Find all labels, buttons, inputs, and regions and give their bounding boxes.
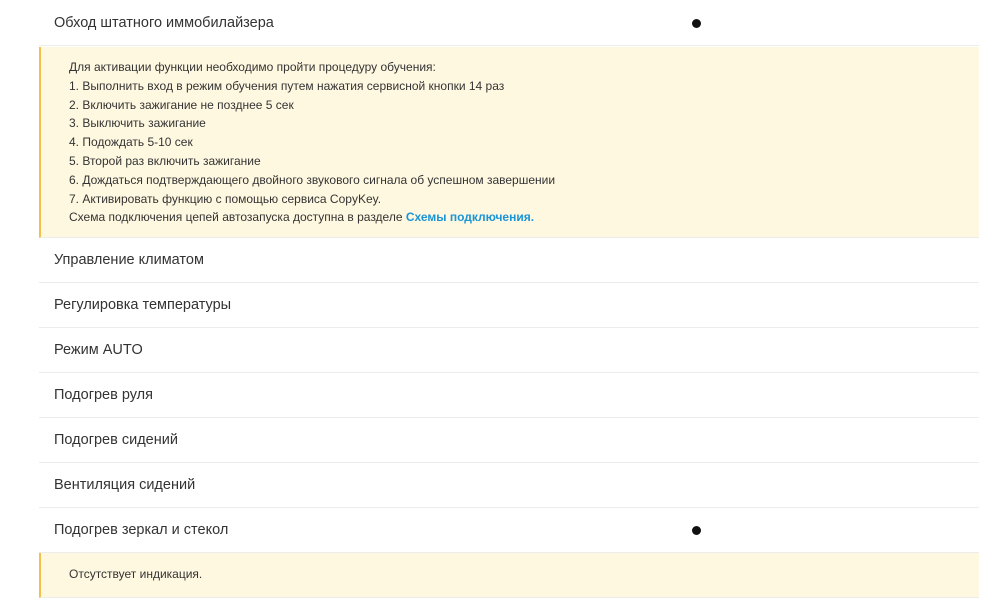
feature-row-immobilizer[interactable]: Обход штатного иммобилайзера [39, 0, 979, 46]
note-text: Отсутствует индикация. [69, 567, 203, 581]
note-step: 7. Активировать функцию с помощью сервис… [69, 191, 382, 206]
feature-row-temperature[interactable]: Регулировка температуры [39, 283, 979, 328]
note-scheme-line: Схема подключения цепей автозапуска дост… [69, 208, 951, 227]
note-scheme-text: Схема подключения цепей автозапуска дост… [69, 210, 406, 225]
feature-row-climate-control[interactable]: Управление климатом [39, 238, 979, 283]
feature-label: Подогрев руля [54, 387, 153, 403]
immobilizer-note: Для активации функции необходимо пройти … [39, 47, 979, 238]
supported-dot-icon [692, 18, 701, 28]
note-step: 2. Включить зажигание не позднее 5 сек [69, 97, 294, 112]
note-step: 3. Выключить зажигание [69, 116, 206, 131]
feature-row-mirror-glass-heating[interactable]: Подогрев зеркал и стекол [39, 508, 979, 553]
note-intro: Для активации функции необходимо пройти … [69, 60, 436, 74]
feature-label: Управление климатом [54, 252, 204, 268]
mirrors-note: Отсутствует индикация. [39, 553, 979, 598]
wiring-schemes-link[interactable]: Схемы подключения. [406, 210, 534, 224]
feature-label: Регулировка температуры [54, 297, 232, 313]
note-step: 4. Подождать 5-10 сек [69, 135, 193, 150]
feature-label: Обход штатного иммобилайзера [54, 14, 274, 31]
feature-row-seat-heating[interactable]: Подогрев сидений [39, 418, 979, 463]
note-step: 1. Выполнить вход в режим обучения путем… [69, 78, 505, 93]
feature-label: Режим AUTO [54, 342, 143, 358]
note-step: 5. Второй раз включить зажигание [69, 153, 261, 168]
feature-label: Подогрев зеркал и стекол [54, 522, 229, 538]
features-table: Обход штатного иммобилайзера Для активац… [39, 0, 979, 598]
feature-row-steering-heating[interactable]: Подогрев руля [39, 373, 979, 418]
feature-row-seat-ventilation[interactable]: Вентиляция сидений [39, 463, 979, 508]
feature-label: Вентиляция сидений [54, 477, 196, 493]
feature-label: Подогрев сидений [54, 432, 178, 448]
feature-row-auto-mode[interactable]: Режим AUTO [39, 328, 979, 373]
note-step: 6. Дождаться подтверждающего двойного зв… [69, 172, 556, 187]
supported-dot-icon [692, 526, 701, 535]
